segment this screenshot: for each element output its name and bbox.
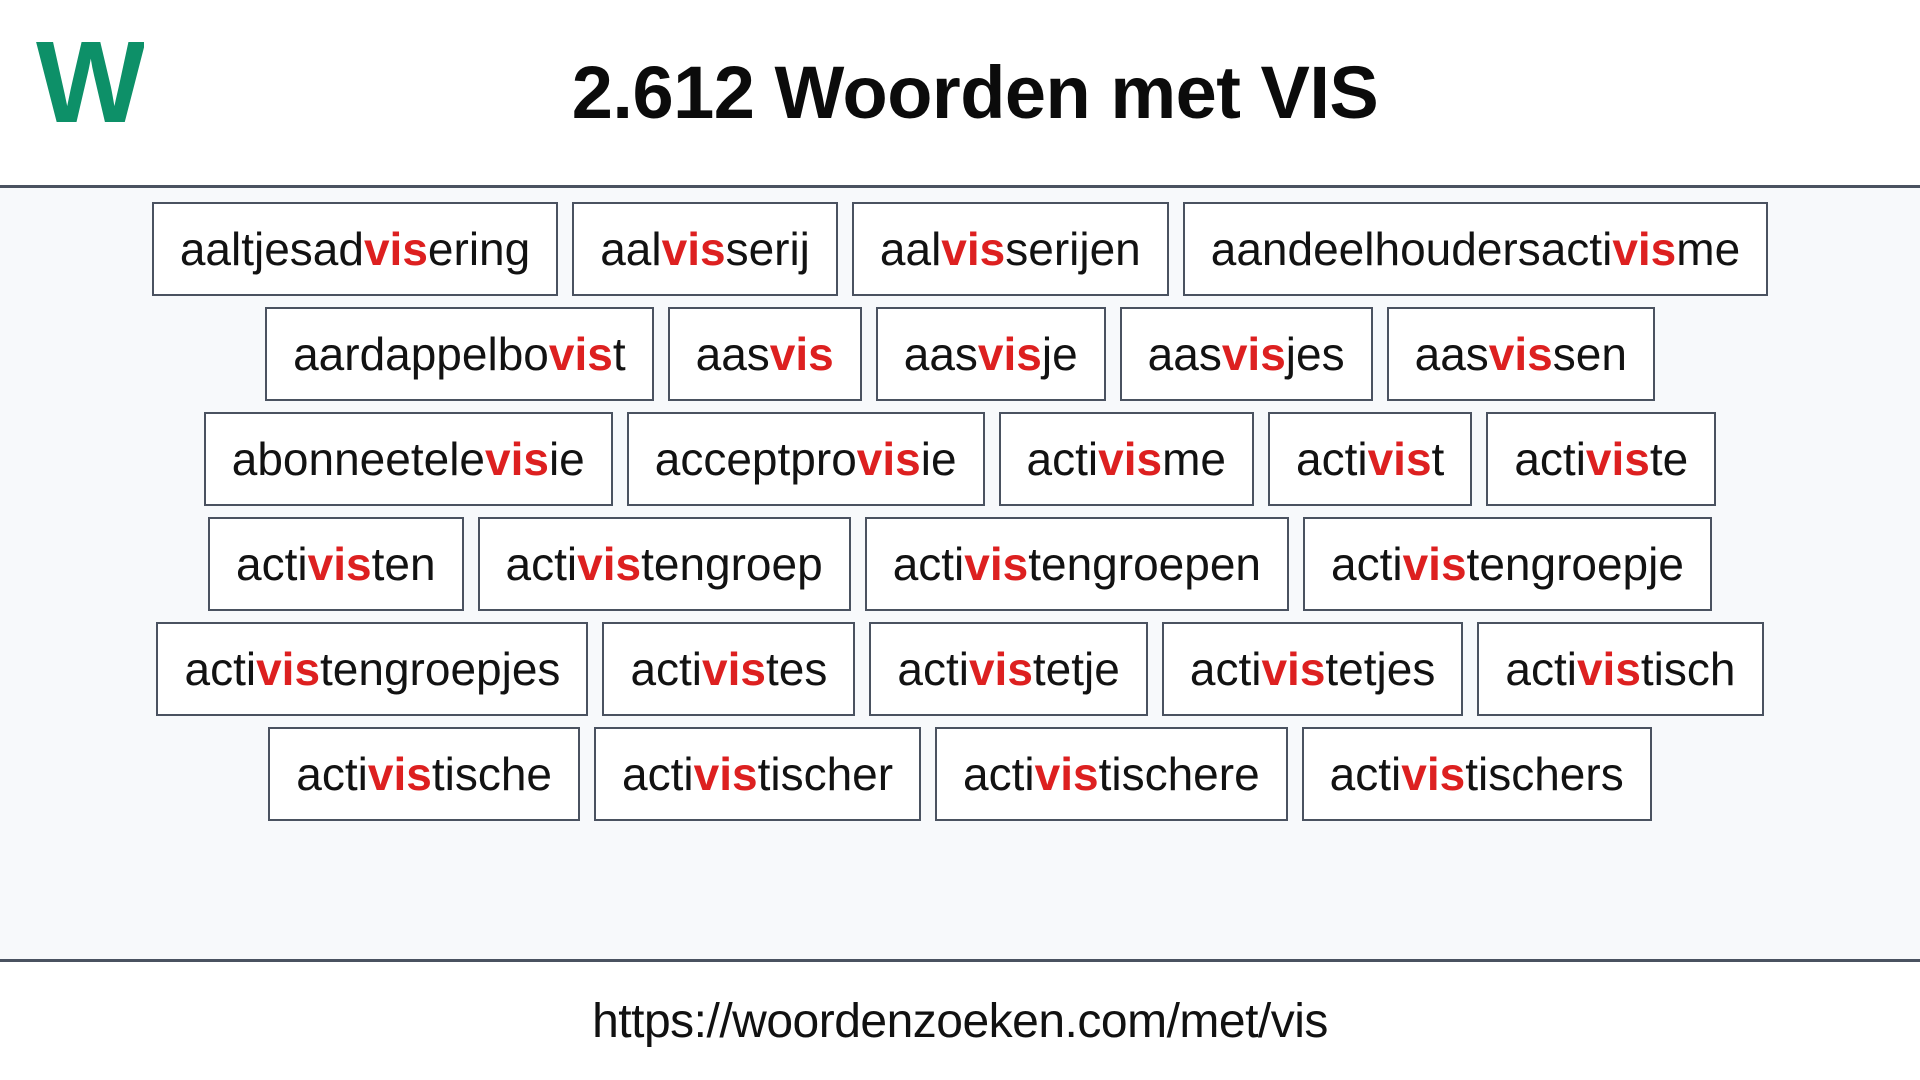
- word-box[interactable]: activistengroepje: [1303, 517, 1712, 611]
- word-box[interactable]: activistischers: [1301, 727, 1652, 821]
- word-box[interactable]: activistetjes: [1161, 622, 1464, 716]
- word-label: aandeelhoudersactivisme: [1210, 223, 1741, 275]
- match-highlight: vis: [485, 433, 549, 485]
- match-highlight: vis: [1098, 433, 1163, 485]
- word-box[interactable]: activistischer: [594, 727, 922, 821]
- word-row: abonneetelevisie acceptprovisie activism…: [20, 412, 1900, 506]
- match-highlight: vis: [1221, 328, 1286, 380]
- wordzoeker-logo-icon: W: [36, 26, 144, 138]
- word-label: activistengroepje: [1331, 538, 1684, 590]
- word-box[interactable]: aardappelbovist: [265, 307, 654, 401]
- page-root: W 2.612 Woorden met VIS aaltjesadviserin…: [0, 0, 1920, 1080]
- match-highlight: vis: [1034, 748, 1099, 800]
- match-highlight: vis: [367, 748, 432, 800]
- word-label: aasvisjes: [1147, 328, 1345, 380]
- word-label: activistisch: [1505, 643, 1736, 695]
- match-highlight: vis: [1402, 538, 1467, 590]
- svg-text:W: W: [36, 26, 144, 138]
- word-box[interactable]: aasvis: [667, 307, 862, 401]
- match-highlight: vis: [1488, 328, 1553, 380]
- word-grid: aaltjesadvisering aalvisserij aalvisseri…: [0, 188, 1920, 962]
- word-label: activist: [1296, 433, 1445, 485]
- word-box[interactable]: activistengroepjes: [156, 622, 589, 716]
- match-highlight: vis: [256, 643, 321, 695]
- word-row: activistengroepjes activistes activistet…: [20, 622, 1900, 716]
- word-label: activistengroep: [505, 538, 823, 590]
- match-highlight: vis: [661, 223, 726, 275]
- word-row: activistische activistischer activistisc…: [20, 727, 1900, 821]
- match-highlight: vis: [1401, 748, 1466, 800]
- word-box[interactable]: activisme: [998, 412, 1254, 506]
- match-highlight: vis: [856, 433, 921, 485]
- word-label: activisten: [236, 538, 436, 590]
- match-highlight: vis: [769, 328, 834, 380]
- word-box[interactable]: activistengroepen: [864, 517, 1289, 611]
- word-label: activistischere: [963, 748, 1260, 800]
- match-highlight: vis: [977, 328, 1042, 380]
- word-label: aasvis: [695, 328, 834, 380]
- word-box[interactable]: aalvisserij: [572, 202, 838, 296]
- word-box[interactable]: activist: [1268, 412, 1473, 506]
- word-box[interactable]: activistische: [268, 727, 581, 821]
- page-title: 2.612 Woorden met VIS: [571, 50, 1379, 134]
- word-label: activistetje: [897, 643, 1120, 695]
- word-label: activistes: [630, 643, 828, 695]
- match-highlight: vis: [363, 223, 428, 275]
- page-header: W 2.612 Woorden met VIS: [0, 0, 1920, 188]
- match-highlight: vis: [1585, 433, 1650, 485]
- word-label: aardappelbovist: [293, 328, 626, 380]
- word-box[interactable]: activistes: [602, 622, 856, 716]
- word-row: aardappelbovist aasvis aasvisje aasvisje…: [20, 307, 1900, 401]
- word-label: aalvisserij: [600, 223, 810, 275]
- word-label: activistengroepen: [892, 538, 1261, 590]
- match-highlight: vis: [1261, 643, 1326, 695]
- word-box[interactable]: activistisch: [1477, 622, 1764, 716]
- word-label: activistengroepjes: [184, 643, 561, 695]
- word-box[interactable]: acceptprovisie: [626, 412, 985, 506]
- word-row: aaltjesadvisering aalvisserij aalvisseri…: [20, 202, 1900, 296]
- word-label: activisme: [1026, 433, 1226, 485]
- word-label: aasvissen: [1414, 328, 1627, 380]
- word-label: aaltjesadvisering: [179, 223, 531, 275]
- word-box[interactable]: aandeelhoudersactivisme: [1182, 202, 1769, 296]
- word-label: activistischer: [622, 748, 894, 800]
- source-url[interactable]: https://woordenzoeken.com/met/vis: [592, 994, 1328, 1049]
- word-box[interactable]: activiste: [1486, 412, 1717, 506]
- match-highlight: vis: [307, 538, 372, 590]
- match-highlight: vis: [1367, 433, 1432, 485]
- word-label: activistetjes: [1189, 643, 1436, 695]
- word-row: activisten activistengroep activistengro…: [20, 517, 1900, 611]
- word-label: aasvisje: [903, 328, 1078, 380]
- word-box[interactable]: aasvissen: [1386, 307, 1655, 401]
- match-highlight: vis: [693, 748, 758, 800]
- word-box[interactable]: aasvisje: [875, 307, 1106, 401]
- word-label: activistische: [296, 748, 553, 800]
- word-box[interactable]: activistischere: [935, 727, 1288, 821]
- word-box[interactable]: abonneetelevisie: [203, 412, 613, 506]
- word-label: activistischers: [1329, 748, 1624, 800]
- match-highlight: vis: [968, 643, 1033, 695]
- word-label: activiste: [1514, 433, 1689, 485]
- page-footer: https://woordenzoeken.com/met/vis: [0, 962, 1920, 1080]
- word-box[interactable]: aaltjesadvisering: [151, 202, 559, 296]
- match-highlight: vis: [1612, 223, 1677, 275]
- match-highlight: vis: [964, 538, 1029, 590]
- word-box[interactable]: aasvisjes: [1119, 307, 1373, 401]
- word-label: abonneetelevisie: [231, 433, 585, 485]
- match-highlight: vis: [941, 223, 1006, 275]
- word-label: acceptprovisie: [654, 433, 957, 485]
- match-highlight: vis: [548, 328, 613, 380]
- word-box[interactable]: activistengroep: [477, 517, 851, 611]
- word-label: aalvisserijen: [879, 223, 1141, 275]
- match-highlight: vis: [702, 643, 766, 695]
- word-box[interactable]: activistetje: [869, 622, 1148, 716]
- word-box[interactable]: aalvisserijen: [851, 202, 1169, 296]
- match-highlight: vis: [577, 538, 642, 590]
- match-highlight: vis: [1576, 643, 1641, 695]
- word-box[interactable]: activisten: [208, 517, 464, 611]
